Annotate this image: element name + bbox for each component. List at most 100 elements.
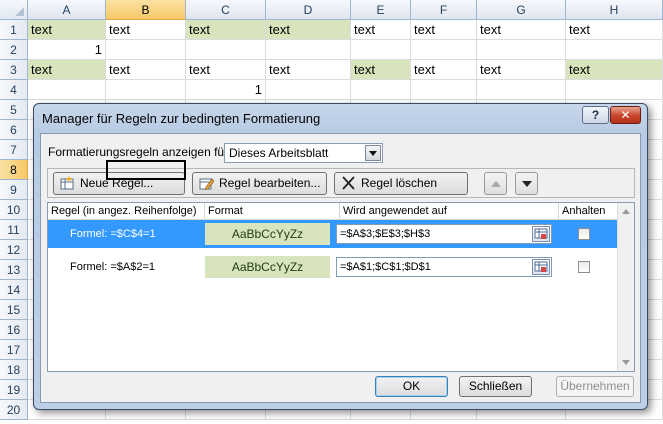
- rules-scrollbar[interactable]: [617, 203, 634, 371]
- row-header-14[interactable]: 14: [0, 280, 28, 300]
- row-header-11[interactable]: 11: [0, 220, 28, 240]
- row-header-12[interactable]: 12: [0, 240, 28, 260]
- range-select-icon[interactable]: [532, 259, 550, 275]
- row-header-10[interactable]: 10: [0, 200, 28, 220]
- cell-h4[interactable]: [566, 80, 663, 100]
- row-header-7[interactable]: 7: [0, 140, 28, 160]
- row-header-8[interactable]: 8: [0, 160, 28, 180]
- cell-b2[interactable]: [106, 40, 186, 60]
- move-down-icon: [522, 181, 532, 187]
- cell-g4[interactable]: [477, 80, 566, 100]
- applies-to-input[interactable]: =$A$1;$C$1;$D$1: [336, 257, 552, 277]
- move-up-icon: [491, 181, 501, 187]
- cell-d1[interactable]: text: [266, 20, 351, 40]
- edit-rule-button[interactable]: Regel bearbeiten...: [192, 172, 327, 195]
- cell-e3[interactable]: text: [351, 60, 411, 80]
- select-all-corner[interactable]: [0, 0, 28, 20]
- help-button[interactable]: ?: [582, 106, 609, 124]
- cell-f2[interactable]: [411, 40, 477, 60]
- dropdown-arrow-icon[interactable]: [365, 145, 381, 161]
- row-header-4[interactable]: 4: [0, 80, 28, 100]
- column-header-a[interactable]: A: [28, 0, 106, 20]
- applies-to-column-header[interactable]: Wird angewendet auf: [340, 203, 559, 220]
- cell-h2[interactable]: [566, 40, 663, 60]
- cell-h1[interactable]: text: [566, 20, 663, 40]
- stop-if-true-checkbox[interactable]: [578, 261, 590, 273]
- rules-list: Regel (in angez. Reihenfolge) Format Wir…: [47, 202, 635, 372]
- row-header-6[interactable]: 6: [0, 120, 28, 140]
- row-header-1[interactable]: 1: [0, 20, 28, 40]
- applies-to-input[interactable]: =$A$3;$E$3;$H$3: [336, 224, 552, 244]
- row-header-18[interactable]: 18: [0, 360, 28, 380]
- cell-a2[interactable]: 1: [28, 40, 106, 60]
- cell-g3[interactable]: text: [477, 60, 566, 80]
- column-header-d[interactable]: D: [266, 0, 351, 20]
- close-window-button[interactable]: ✕: [610, 106, 641, 124]
- cell-b3[interactable]: text: [106, 60, 186, 80]
- move-down-button[interactable]: [515, 172, 538, 195]
- ok-button[interactable]: OK: [375, 376, 448, 397]
- apply-button[interactable]: Übernehmen: [556, 376, 634, 397]
- show-rules-select[interactable]: Dieses Arbeitsblatt: [224, 143, 383, 163]
- cell-e1[interactable]: text: [351, 20, 411, 40]
- column-header-c[interactable]: C: [186, 0, 266, 20]
- row-header-17[interactable]: 17: [0, 340, 28, 360]
- stop-column-header[interactable]: Anhalten: [559, 203, 618, 220]
- show-rules-value: Dieses Arbeitsblatt: [229, 146, 329, 160]
- show-rules-label: Formatierungsregeln anzeigen für:: [48, 145, 232, 159]
- cell-a1[interactable]: text: [28, 20, 106, 40]
- stop-if-true-checkbox[interactable]: [578, 228, 590, 240]
- dialog-title: Manager für Regeln zur bedingten Formati…: [42, 111, 321, 126]
- cell-e2[interactable]: [351, 40, 411, 60]
- row-header-20[interactable]: 20: [0, 400, 28, 420]
- cell-b4[interactable]: [106, 80, 186, 100]
- rule-column-header[interactable]: Regel (in angez. Reihenfolge): [48, 203, 205, 220]
- cell-c4[interactable]: 1: [186, 80, 266, 100]
- format-preview: AaBbCcYyZz: [205, 256, 330, 278]
- applies-to-value: =$A$1;$C$1;$D$1: [340, 261, 431, 273]
- edit-rule-icon: [199, 178, 214, 190]
- cell-b8[interactable]: [106, 160, 186, 180]
- cell-f3[interactable]: text: [411, 60, 477, 80]
- cell-a3[interactable]: text: [28, 60, 106, 80]
- delete-rule-button[interactable]: Regel löschen: [334, 172, 468, 195]
- format-column-header[interactable]: Format: [205, 203, 340, 220]
- row-header-15[interactable]: 15: [0, 300, 28, 320]
- column-header-f[interactable]: F: [411, 0, 477, 20]
- row-header-3[interactable]: 3: [0, 60, 28, 80]
- cell-c1[interactable]: text: [186, 20, 266, 40]
- row-header-16[interactable]: 16: [0, 320, 28, 340]
- edit-rule-label: Regel bearbeiten...: [219, 176, 321, 190]
- cell-f4[interactable]: [411, 80, 477, 100]
- cell-h3[interactable]: text: [566, 60, 663, 80]
- row-header-2[interactable]: 2: [0, 40, 28, 60]
- row-header-13[interactable]: 13: [0, 260, 28, 280]
- column-header-g[interactable]: G: [477, 0, 566, 20]
- delete-rule-icon: [342, 176, 355, 190]
- cell-d3[interactable]: text: [266, 60, 351, 80]
- cell-a4[interactable]: [28, 80, 106, 100]
- rule-row[interactable]: Formel: =$C$4=1 AaBbCcYyZz =$A$3;$E$3;$H$3: [48, 220, 618, 248]
- cell-e4[interactable]: [351, 80, 411, 100]
- cell-c3[interactable]: text: [186, 60, 266, 80]
- range-select-icon[interactable]: [532, 226, 550, 242]
- cell-f1[interactable]: text: [411, 20, 477, 40]
- column-header-h[interactable]: H: [566, 0, 663, 20]
- rule-row[interactable]: Formel: =$A$2=1 AaBbCcYyZz =$A$1;$C$1;$D$1: [48, 253, 618, 281]
- cell-d2[interactable]: [266, 40, 351, 60]
- column-header-b[interactable]: B: [106, 0, 186, 20]
- row-header-9[interactable]: 9: [0, 180, 28, 200]
- delete-rule-label: Regel löschen: [361, 176, 438, 190]
- cell-g1[interactable]: text: [477, 20, 566, 40]
- cell-c2[interactable]: [186, 40, 266, 60]
- column-header-e[interactable]: E: [351, 0, 411, 20]
- close-button[interactable]: Schließen: [459, 376, 532, 397]
- cell-g2[interactable]: [477, 40, 566, 60]
- row-header-19[interactable]: 19: [0, 380, 28, 400]
- scroll-up-icon[interactable]: [622, 209, 630, 214]
- row-header-5[interactable]: 5: [0, 100, 28, 120]
- scroll-down-icon[interactable]: [622, 360, 630, 365]
- move-up-button[interactable]: [484, 172, 507, 195]
- cell-d4[interactable]: [266, 80, 351, 100]
- cell-b1[interactable]: text: [106, 20, 186, 40]
